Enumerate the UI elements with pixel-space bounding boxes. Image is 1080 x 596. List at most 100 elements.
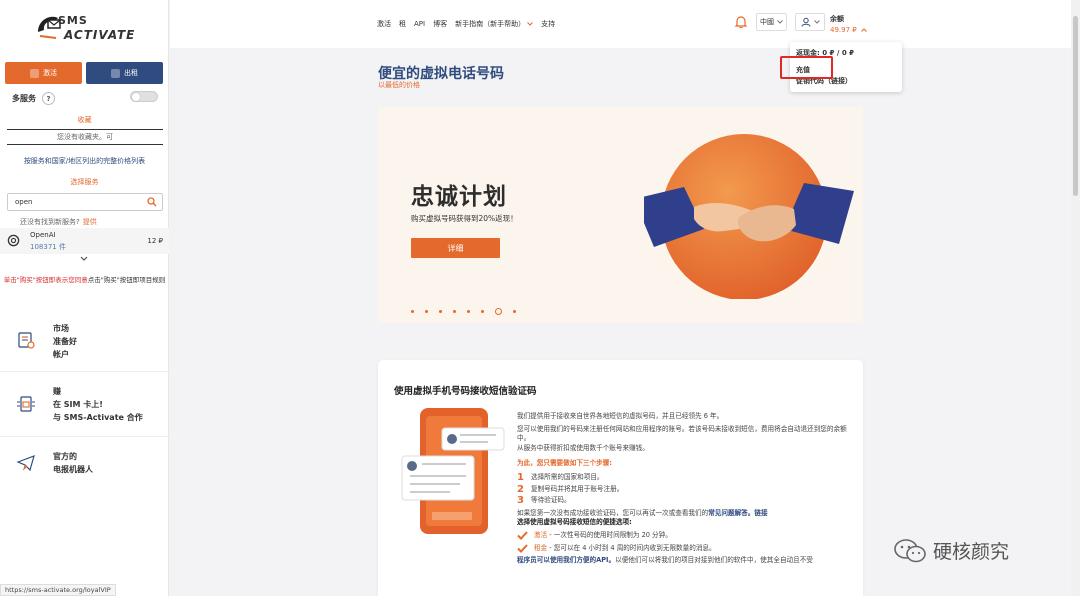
scrollbar-thumb[interactable] — [1073, 16, 1078, 196]
api-link[interactable]: 程序员可以使用我们方便的API。 — [517, 556, 615, 564]
nav-support[interactable]: 支持 — [541, 19, 555, 29]
promo-market[interactable]: 市场 准备好 帐户 — [0, 310, 169, 372]
handshake-illustration — [644, 134, 854, 299]
card-p4: 如果您第一次没有成功接收验证码，您可以再试一次或查看我们的常见问题解答。链接 — [517, 509, 853, 519]
carousel-dot[interactable] — [425, 310, 428, 313]
faq-link[interactable]: 常见问题解答。链接 — [708, 509, 767, 517]
language-label: 中國 — [760, 18, 774, 26]
promo-line: 市场 — [53, 324, 69, 333]
favorites-title: 收藏 — [77, 116, 92, 124]
checkmark-icon — [517, 531, 528, 541]
card-text: 我们提供用于接收来自世界各地短信的虚拟号码，并且已经领先 6 年。 您可以使用我… — [517, 412, 853, 566]
step-3: 3 等待验证码。 — [517, 496, 853, 506]
main-nav: 激活 租 API 博客 新手指南（新手帮助） 支持 — [377, 19, 555, 29]
user-menu-button[interactable] — [795, 13, 825, 31]
nav-guide-label: 新手指南（新手帮助） — [455, 20, 526, 28]
rent-button[interactable]: 出租 — [86, 62, 163, 84]
card-title: 使用虚拟手机号码接收短信验证码 — [394, 386, 537, 397]
openai-icon — [7, 234, 20, 247]
topup-highlight-box — [780, 56, 833, 79]
card-p5: 程序员可以使用我们方便的API。以便他们可以将我们的项目对接到他们的软件中，使其… — [517, 556, 853, 566]
balance-label: 余额 — [830, 15, 844, 23]
buy-note-rest: 点击"购买"按钮即项目规则 — [87, 276, 166, 284]
card-p1: 我们提供用于接收来自世界各地短信的虚拟号码，并且已经领先 6 年。 — [517, 412, 724, 420]
sim-icon — [17, 396, 35, 412]
loyalty-banner: 忠诚计划 购买虚拟号码获得到20%返现！ 详细 — [378, 107, 863, 323]
step-num: 2 — [517, 483, 524, 495]
carousel-dot[interactable] — [439, 310, 442, 313]
sms-activate-logo[interactable]: SMS ACTIVATE — [36, 10, 136, 46]
step-2: 2 复制号码并将其用于账号注册。 — [517, 483, 853, 495]
carousel-dot-active[interactable] — [495, 308, 502, 315]
promo-line: 准备好 — [53, 337, 77, 346]
promo-sim-text: 赚 在 SIM 卡上! 与 SMS-Activate 合作 — [53, 385, 143, 424]
page-subtitle: 以最低的价格 — [378, 81, 420, 89]
card-options-title: 选择使用虚拟号码接收短信的便捷选项: — [517, 518, 632, 527]
option-rent-name: 租金 — [534, 543, 548, 552]
option-activate-name: 激活 — [534, 530, 548, 539]
suggest-link[interactable]: 提供 — [83, 218, 97, 226]
multi-service: 多服务 ? — [12, 92, 55, 105]
bell-icon[interactable] — [734, 15, 748, 29]
balance-amount: 49.97 ₽ — [830, 26, 857, 34]
activate-button[interactable]: 激活 — [5, 62, 82, 84]
not-found-text: 还没有找到新服务? — [20, 218, 80, 226]
service-row-openai[interactable]: OpenAI 108371 件 12 ₽ — [0, 228, 169, 254]
promo-line: 在 SIM 卡上! — [53, 400, 103, 409]
carousel-dot[interactable] — [411, 310, 414, 313]
chevron-down-icon[interactable] — [80, 256, 88, 262]
service-search — [7, 193, 163, 211]
buy-terms-note: 单击"购买"按钮即表示您同意点击"购买"按钮即项目规则 — [2, 276, 167, 285]
promo-line: 帐户 — [53, 350, 69, 359]
step-text: 复制号码并将其用于账号注册。 — [531, 484, 624, 493]
telegram-icon — [16, 455, 35, 472]
nav-api[interactable]: API — [414, 19, 425, 29]
search-icon[interactable] — [147, 197, 157, 207]
carousel-dot[interactable] — [467, 310, 470, 313]
page-scrollbar[interactable] — [1071, 0, 1080, 596]
banner-title: 忠诚计划 — [411, 184, 507, 210]
step-text: 选择所需的国家和项目。 — [531, 472, 604, 481]
language-select[interactable]: 中國 — [756, 13, 787, 31]
service-count: 108371 件 — [30, 243, 66, 251]
nav-blog[interactable]: 博客 — [433, 19, 447, 29]
service-name: OpenAI — [30, 231, 56, 239]
buy-note-red: 单击"购买"按钮即表示您同意 — [3, 276, 88, 284]
carousel-dot[interactable] — [513, 310, 516, 313]
rent-label: 出租 — [124, 69, 138, 77]
carousel-dots — [411, 308, 516, 315]
option-rent: 租金 - 您可以在 4 小时到 4 周的时间内收到无限数量的消息。 — [517, 544, 853, 554]
logo-text-activate: ACTIVATE — [64, 28, 136, 42]
option-activate: 激活 - 一次性号码的使用时间限制为 20 分钟。 — [517, 531, 853, 541]
choose-service-title: 选择服务 — [70, 178, 99, 186]
card-why: 为此，您只需要做如下三个步骤: — [517, 459, 612, 468]
promo-sim[interactable]: 赚 在 SIM 卡上! 与 SMS-Activate 合作 — [0, 373, 169, 437]
card-p5-text: 以便他们可以将我们的项目对接到他们的软件中，使其全自动且不受 — [615, 556, 813, 565]
service-price: 12 ₽ — [147, 237, 163, 245]
search-input[interactable] — [8, 194, 138, 210]
logo-text-sms: SMS — [58, 14, 88, 27]
nav-activate[interactable]: 激活 — [377, 19, 391, 29]
nav-guide[interactable]: 新手指南（新手帮助） — [455, 19, 533, 29]
nav-rent[interactable]: 租 — [399, 19, 406, 29]
promo-line: 电报机器人 — [53, 465, 93, 474]
banner-details-button[interactable]: 详细 — [411, 238, 500, 258]
balance-value[interactable]: 49.97 ₽ — [830, 26, 867, 34]
market-icon — [18, 332, 35, 349]
phone-illustration — [401, 408, 505, 534]
card-p4-text: 如果您第一次没有成功接收验证码，您可以再试一次或查看我们的 — [517, 508, 709, 517]
promo-telegram[interactable]: 官方的 电报机器人 — [0, 438, 169, 502]
activate-icon — [30, 68, 39, 78]
carousel-dot[interactable] — [481, 310, 484, 313]
promo-line: 官方的 — [53, 452, 77, 461]
promo-telegram-text: 官方的 电报机器人 — [53, 450, 93, 476]
activate-label: 激活 — [43, 69, 57, 77]
multi-service-toggle[interactable] — [130, 91, 158, 102]
carousel-dot[interactable] — [453, 310, 456, 313]
status-bar-url: https://sms-activate.org/loyalVIP — [0, 584, 116, 596]
chevron-down-icon — [813, 20, 820, 24]
multi-service-label: 多服务 — [12, 94, 36, 103]
favorites-empty: 您没有收藏夹。可 — [7, 129, 163, 145]
help-icon[interactable]: ? — [42, 92, 55, 105]
price-list-link[interactable]: 按服务和国家/地区列出的完整价格列表 — [0, 156, 169, 166]
